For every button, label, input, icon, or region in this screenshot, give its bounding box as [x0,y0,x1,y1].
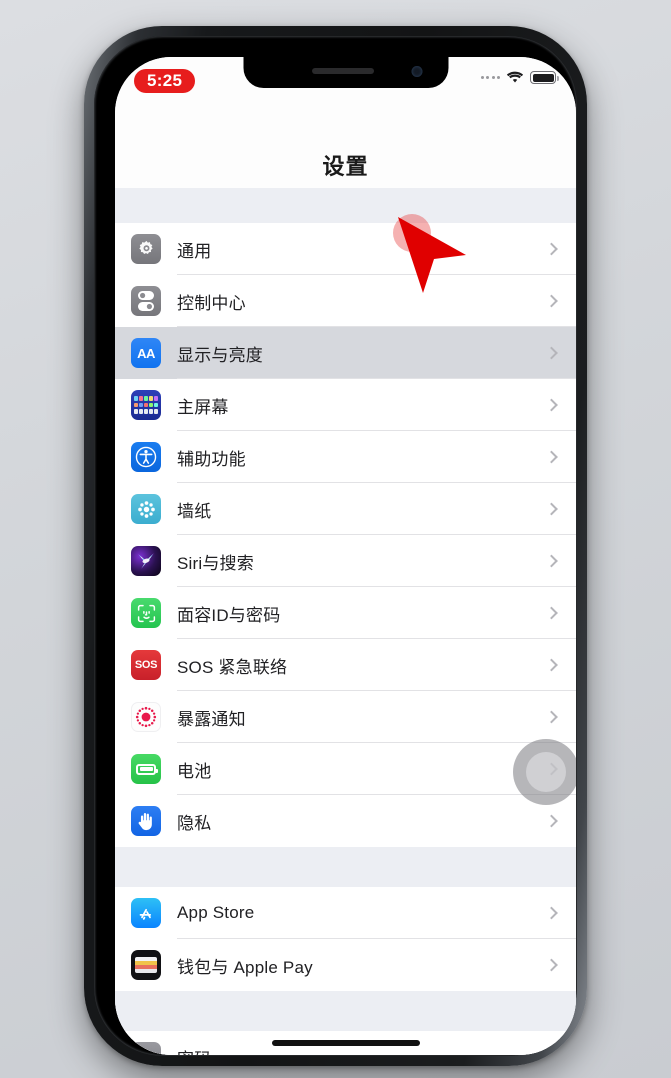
settings-row-label: 主屏幕 [177,397,229,417]
settings-row-display-brightness[interactable]: AA 显示与亮度 [115,327,576,379]
assistive-touch-inner-circle [526,752,566,792]
siri-icon [131,546,161,576]
settings-row-label: 隐私 [177,813,212,833]
device-bezel: 设置 5:25 通用 控制中心 AA 显示与亮度 主屏幕 辅助功能 墙纸 Sir… [94,36,577,1056]
chevron-right-icon [545,554,558,568]
settings-row-control-center[interactable]: 控制中心 [115,275,576,327]
list-top-gap [115,188,576,223]
settings-row-label: App Store [177,903,255,922]
settings-row-privacy[interactable]: 隐私 [115,795,576,847]
screen-recording-time-badge[interactable]: 5:25 [134,69,196,93]
chevron-right-icon [545,606,558,620]
chevron-right-icon [545,398,558,412]
notch [243,57,448,88]
settings-row-app-store[interactable]: App Store [115,887,576,939]
accessibility-icon [131,442,161,472]
settings-row-face-id-passcode[interactable]: 面容ID与密码 [115,587,576,639]
settings-row-wallpaper[interactable]: 墙纸 [115,483,576,535]
wallpaper-icon [131,494,161,524]
settings-group-system: 通用 控制中心 AA 显示与亮度 主屏幕 辅助功能 墙纸 Siri与搜索 面容I… [115,223,576,847]
device-screen: 设置 5:25 通用 控制中心 AA 显示与亮度 主屏幕 辅助功能 墙纸 Sir… [115,57,576,1055]
settings-row-label: 钱包与 Apple Pay [177,957,313,977]
privacy-hand-icon [131,806,161,836]
settings-row-accessibility[interactable]: 辅助功能 [115,431,576,483]
settings-row-wallet-apple-pay[interactable]: 钱包与 Apple Pay [115,939,576,991]
settings-row-label: 密码 [177,1045,211,1056]
status-bar-right-group [480,71,559,84]
settings-row-label: 通用 [177,241,212,261]
settings-group-store: App Store 钱包与 Apple Pay [115,887,576,991]
settings-row-label: 暴露通知 [177,709,246,729]
gear-icon [131,234,161,264]
cellular-signal-dots-icon [480,76,500,79]
group-gap-2 [115,991,576,1031]
front-camera-icon [411,66,422,77]
chevron-right-icon [545,294,558,308]
wallet-icon [131,950,161,980]
battery-icon [131,754,161,784]
display-aa-icon: AA [131,338,161,368]
chevron-right-icon [545,710,558,724]
home-screen-icon [131,390,161,420]
settings-row-label: 墙纸 [177,501,212,521]
settings-list[interactable]: 通用 控制中心 AA 显示与亮度 主屏幕 辅助功能 墙纸 Siri与搜索 面容I… [115,188,576,1055]
face-id-icon [131,598,161,628]
settings-row-general[interactable]: 通用 [115,223,576,275]
earpiece-speaker [312,68,375,74]
chevron-right-icon [545,242,558,256]
chevron-right-icon [545,658,558,672]
settings-row-label: SOS 紧急联络 [177,657,288,677]
chevron-right-icon [545,958,558,972]
settings-row-label: 电池 [177,761,212,781]
settings-row-label: 面容ID与密码 [177,605,281,625]
chevron-right-icon [545,814,558,828]
settings-row-battery[interactable]: 电池 [115,743,576,795]
tap-highlight-indicator [393,214,431,252]
sos-icon: SOS [131,650,161,680]
chevron-right-icon [545,1050,558,1055]
settings-row-siri-search[interactable]: Siri与搜索 [115,535,576,587]
passwords-icon [131,1042,161,1055]
assistive-touch-button[interactable] [513,739,576,805]
chevron-right-icon [545,450,558,464]
settings-row-label: 辅助功能 [177,449,246,469]
home-indicator[interactable] [271,1040,420,1046]
control-center-icon [131,286,161,316]
settings-row-label: 控制中心 [177,293,246,313]
page-title: 设置 [322,154,369,179]
battery-icon [530,71,559,84]
settings-row-label: Siri与搜索 [177,553,254,573]
iphone-device: 设置 5:25 通用 控制中心 AA 显示与亮度 主屏幕 辅助功能 墙纸 Sir… [84,26,587,1066]
chevron-right-icon [545,502,558,516]
chevron-right-icon [545,346,558,360]
settings-row-emergency-sos[interactable]: SOS SOS 紧急联络 [115,639,576,691]
app-store-icon [131,898,161,928]
settings-row-home-screen[interactable]: 主屏幕 [115,379,576,431]
settings-row-exposure-notifications[interactable]: 暴露通知 [115,691,576,743]
exposure-icon [131,702,161,732]
settings-row-label: 显示与亮度 [177,345,263,365]
wifi-icon [506,71,524,83]
group-gap-1 [115,847,576,887]
chevron-right-icon [545,906,558,920]
